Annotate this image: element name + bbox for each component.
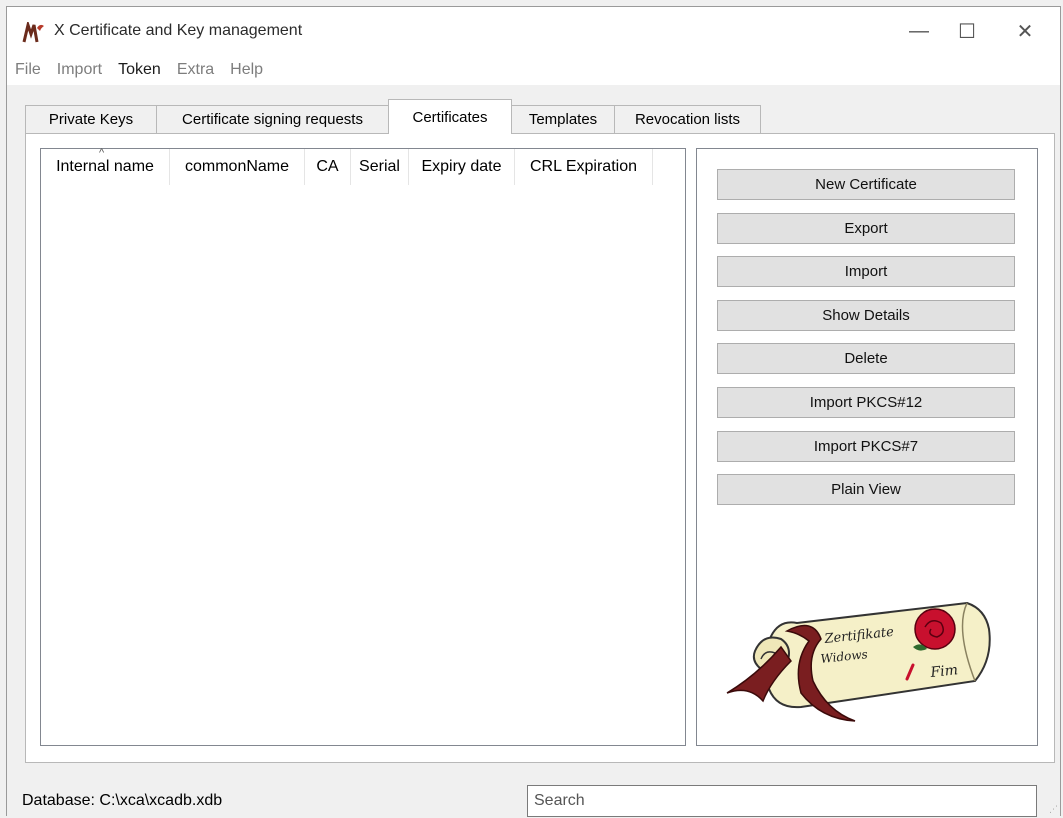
new-certificate-button[interactable]: New Certificate [717, 169, 1015, 200]
resize-grip-icon[interactable]: ⋰ [1049, 804, 1058, 815]
tab-certificate-signing-requests[interactable]: Certificate signing requests [156, 105, 389, 133]
status-bar: Database: C:\xca\xcadb.xdb ⋰ [7, 769, 1060, 817]
column-header-serial[interactable]: Serial [351, 149, 409, 185]
minimize-button[interactable]: — [896, 15, 942, 47]
menu-bar: File Import Token Extra Help [7, 55, 1060, 85]
tab-private-keys[interactable]: Private Keys [25, 105, 157, 133]
tab-revocation-lists[interactable]: Revocation lists [614, 105, 761, 133]
certificate-table[interactable]: ^ Internal name commonName CA Serial Exp… [40, 147, 686, 746]
maximize-icon: ☐ [958, 20, 976, 43]
search-input[interactable] [527, 785, 1037, 817]
tab-templates[interactable]: Templates [511, 105, 615, 133]
window-title: X Certificate and Key management [54, 22, 303, 39]
action-button-panel: New Certificate Export Import Show Detai… [696, 148, 1038, 746]
title-bar: X Certificate and Key management — ☐ ✕ [7, 7, 1060, 55]
close-button[interactable]: ✕ [1002, 15, 1048, 47]
column-header-ca[interactable]: CA [305, 149, 351, 185]
tab-certificates[interactable]: Certificates [388, 99, 512, 134]
maximize-button[interactable]: ☐ [944, 15, 990, 47]
column-header-expiry-date[interactable]: Expiry date [409, 149, 515, 185]
database-path-label: Database: C:\xca\xcadb.xdb [22, 792, 223, 809]
table-header: ^ Internal name commonName CA Serial Exp… [41, 147, 653, 185]
delete-button[interactable]: Delete [717, 343, 1015, 374]
menu-extra[interactable]: Extra [177, 61, 214, 79]
close-icon: ✕ [1016, 20, 1034, 43]
sort-ascending-icon: ^ [99, 147, 105, 159]
logo-line3: Fim [929, 662, 959, 681]
import-pkcs12-button[interactable]: Import PKCS#12 [717, 387, 1015, 418]
column-header-commonname[interactable]: commonName [170, 149, 305, 185]
import-pkcs7-button[interactable]: Import PKCS#7 [717, 431, 1015, 462]
column-header-label: Internal name [56, 158, 154, 175]
certificates-panel: ^ Internal name commonName CA Serial Exp… [25, 133, 1055, 763]
column-header-internal-name[interactable]: ^ Internal name [41, 147, 170, 185]
minimize-icon: — [909, 19, 929, 42]
app-window: X Certificate and Key management — ☐ ✕ F… [6, 6, 1061, 817]
column-header-crl-expiration[interactable]: CRL Expiration [515, 149, 653, 185]
show-details-button[interactable]: Show Details [717, 300, 1015, 331]
plain-view-button[interactable]: Plain View [717, 474, 1015, 505]
import-button[interactable]: Import [717, 256, 1015, 287]
menu-help[interactable]: Help [230, 61, 263, 79]
menu-import[interactable]: Import [57, 61, 102, 79]
menu-token[interactable]: Token [118, 61, 161, 79]
certificate-scroll-logo: Zertifikate Widows Fim [726, 601, 991, 722]
app-logo-icon [22, 22, 44, 43]
export-button[interactable]: Export [717, 213, 1015, 244]
menu-file[interactable]: File [15, 61, 41, 79]
